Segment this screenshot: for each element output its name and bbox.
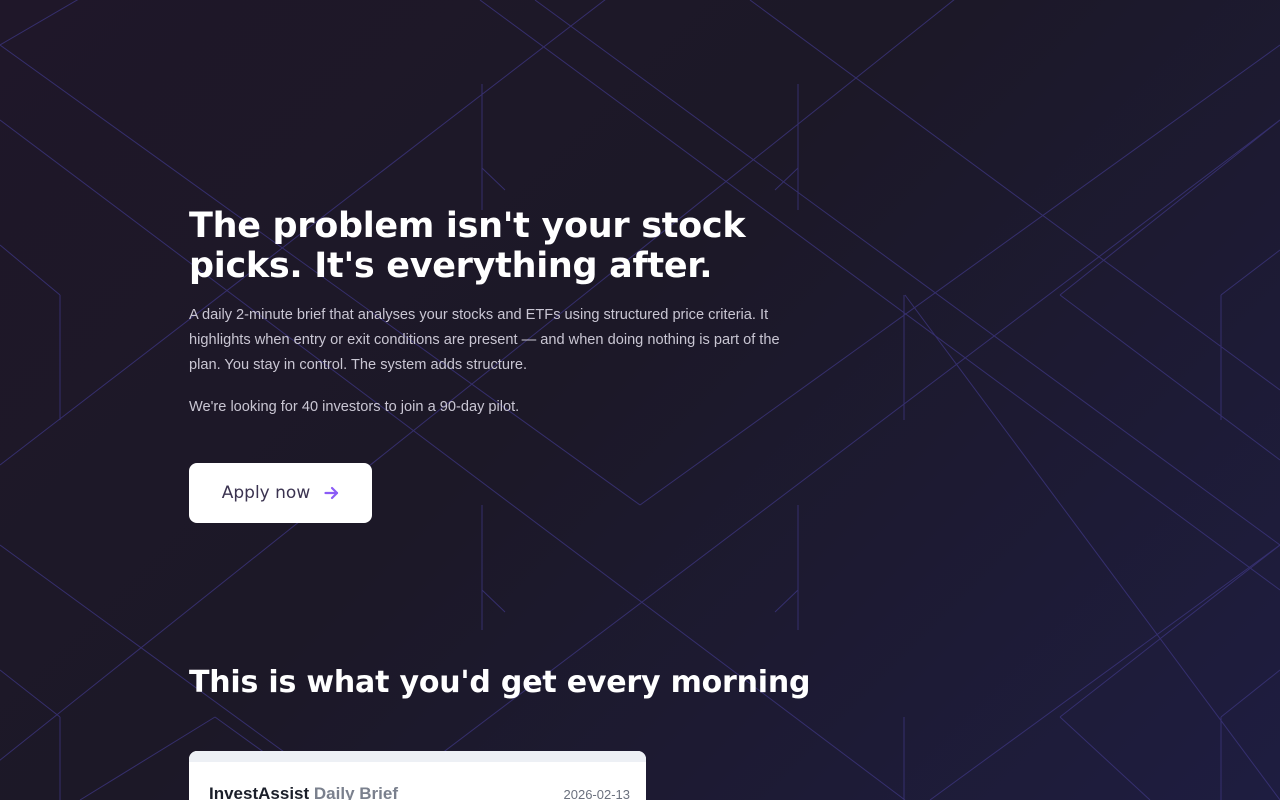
apply-now-button[interactable]: Apply now	[189, 463, 372, 523]
brief-date: 2026-02-13	[563, 787, 631, 800]
section-title: This is what you'd get every morning	[189, 665, 811, 700]
brief-topbar	[189, 751, 646, 762]
hero-section: The problem isn't your stock picks. It's…	[189, 206, 789, 420]
arrow-right-icon	[324, 486, 339, 500]
hero-title: The problem isn't your stock picks. It's…	[189, 206, 746, 286]
hero-description: A daily 2-minute brief that analyses you…	[189, 307, 780, 373]
brief-brand-name: InvestAssist	[209, 784, 310, 800]
daily-brief-preview: InvestAssist Daily Brief 2026-02-13	[189, 751, 646, 800]
apply-now-label: Apply now	[221, 483, 311, 503]
brief-brand-subtitle: Daily Brief	[313, 784, 398, 800]
pilot-note: We're looking for 40 investors to join a…	[189, 399, 520, 415]
brief-brand: InvestAssist Daily Brief	[209, 784, 398, 800]
